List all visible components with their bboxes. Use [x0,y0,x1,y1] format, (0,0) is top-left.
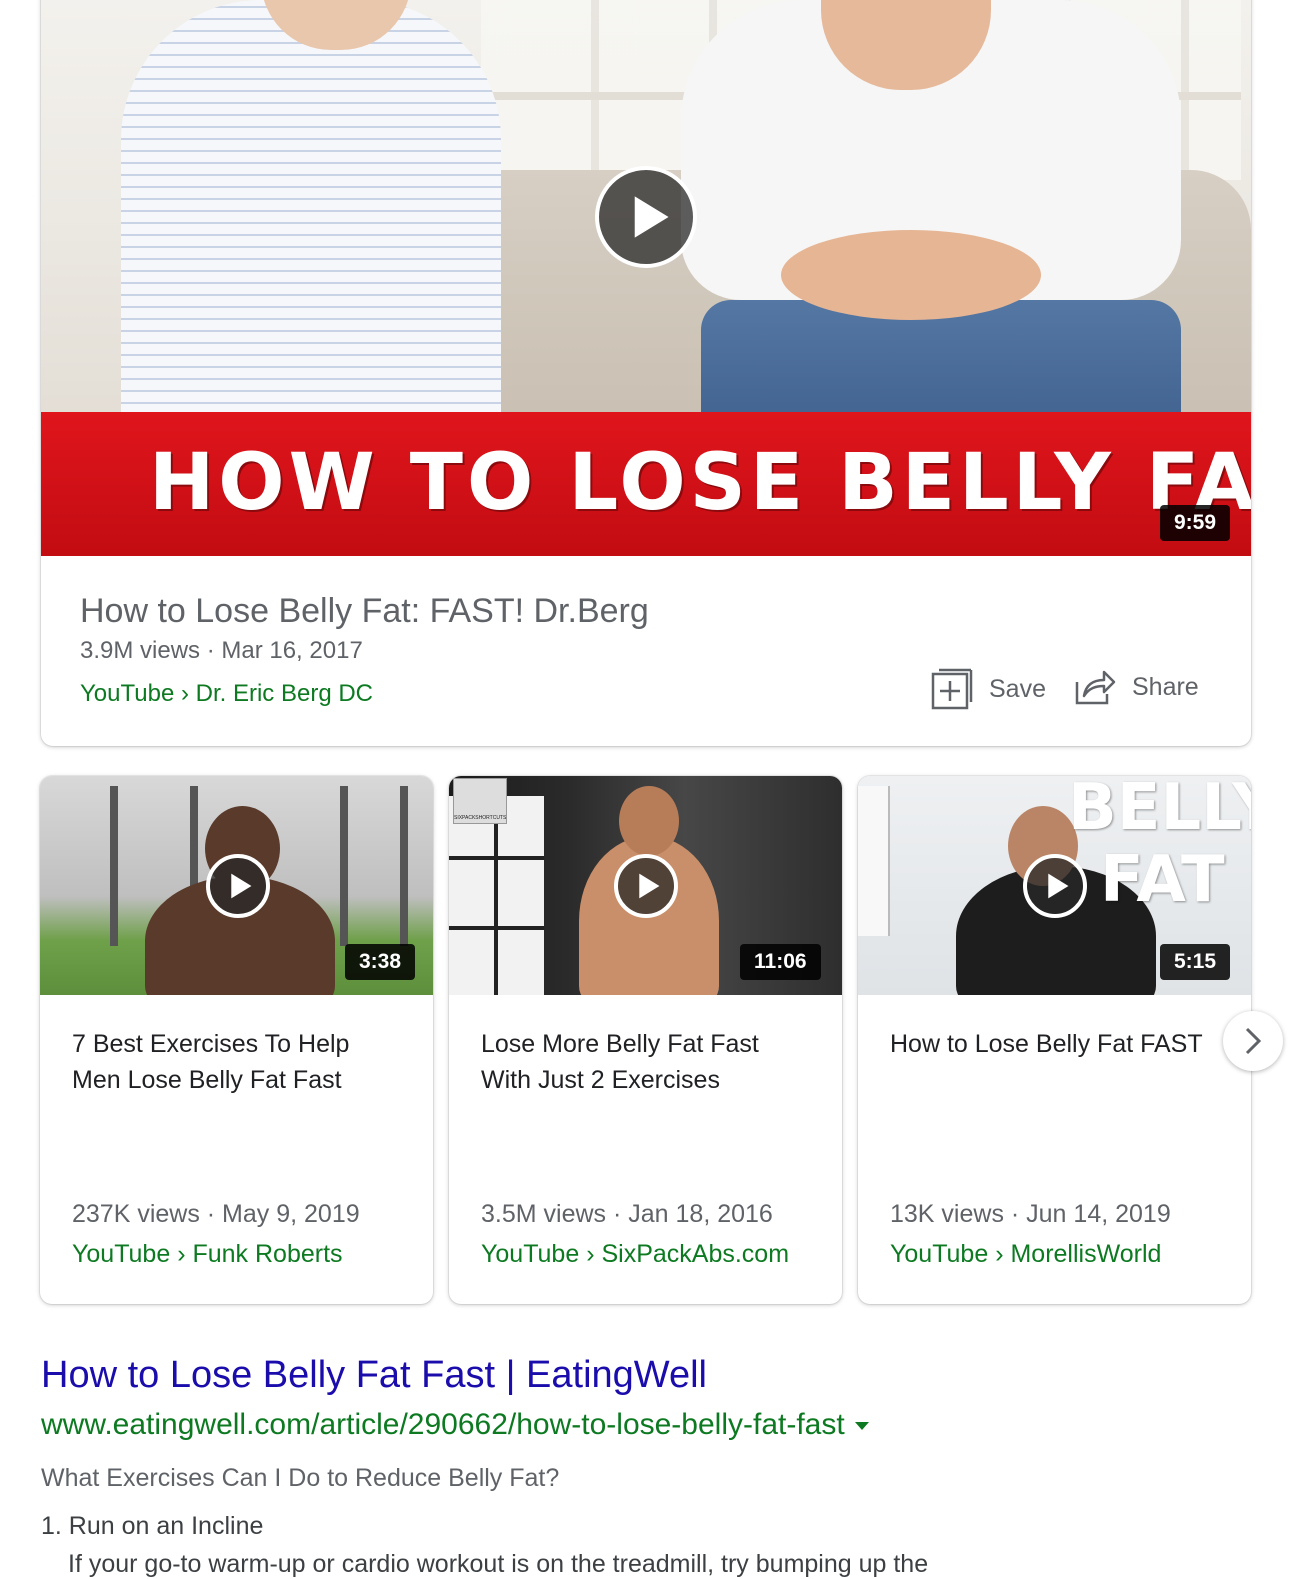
thumbnail-text-line: BELLY [1068,776,1251,845]
video-source[interactable]: YouTube › Dr. Eric Berg DC [80,680,373,708]
save-label: Save [989,674,1046,703]
duration-badge: 9:59 [1160,505,1231,541]
video-thumbnail[interactable]: BELLY FAT 5:15 [858,776,1251,995]
video-card[interactable]: BELLY FAT 5:15 How to Lose Belly Fat FAS… [858,776,1251,1304]
gym-rack [110,786,118,946]
chevron-right-icon [1245,1027,1262,1055]
belly [781,230,1041,320]
video-title[interactable]: 7 Best Exercises To Help Men Lose Belly … [72,1026,392,1098]
result-title-link[interactable]: How to Lose Belly Fat Fast | EatingWell [41,1354,707,1397]
video-card[interactable]: 3:38 7 Best Exercises To Help Men Lose B… [40,776,433,1304]
result-url[interactable]: www.eatingwell.com/article/290662/how-to… [41,1408,869,1442]
whiteboard [858,786,890,936]
presenter-figure [121,0,501,440]
carousel-next-button[interactable] [1223,1011,1283,1071]
duration-badge: 5:15 [1160,944,1231,980]
gym-rack [400,786,408,946]
banner-text: HOW TO LOSE BELLY FAT [149,438,1251,528]
video-card[interactable]: SIXPACKSHORTCUTS.COM 11:06 Lose More Bel… [449,776,842,1304]
save-button[interactable]: Save [931,668,1046,710]
gym-rack [340,786,348,946]
athlete-head [619,786,679,856]
video-meta: 3.5M views · Jan 18, 2016 [481,1200,773,1228]
share-button[interactable]: Share [1074,668,1199,706]
channel-badge: SIXPACKSHORTCUTS.COM [453,778,507,824]
video-title[interactable]: Lose More Belly Fat Fast With Just 2 Exe… [481,1026,801,1098]
video-source[interactable]: YouTube › Funk Roberts [72,1240,343,1269]
video-meta: 237K views · May 9, 2019 [72,1200,360,1228]
thumbnail-text-line: FAT [1100,843,1225,917]
video-title[interactable]: How to Lose Belly Fat: FAST! Dr.Berg [80,592,649,631]
room-divider [449,796,544,995]
duration-badge: 11:06 [740,944,821,980]
thumbnail-text: BELLY FAT [1068,776,1251,916]
featured-video-thumbnail[interactable]: HOW TO LOSE BELLY FAT 9:59 [41,0,1251,556]
play-icon[interactable] [1023,854,1087,918]
video-thumbnail[interactable]: 3:38 [40,776,433,995]
play-icon[interactable] [614,854,678,918]
snippet-heading: What Exercises Can I Do to Reduce Belly … [41,1464,560,1492]
video-meta: 3.9M views · Mar 16, 2017 [80,637,363,664]
duration-badge: 3:38 [345,944,416,980]
dropdown-caret-icon[interactable] [854,1422,869,1431]
play-icon[interactable] [595,166,697,268]
video-title[interactable]: How to Lose Belly Fat FAST [890,1026,1210,1062]
share-icon [1075,670,1116,705]
result-url-text[interactable]: www.eatingwell.com/article/290662/how-to… [41,1408,845,1441]
video-thumbnail[interactable]: SIXPACKSHORTCUTS.COM 11:06 [449,776,842,995]
video-source[interactable]: YouTube › SixPackAbs.com [481,1240,789,1269]
video-source[interactable]: YouTube › MorellisWorld [890,1240,1161,1269]
snippet-list-text: If your go-to warm-up or cardio workout … [68,1550,929,1578]
snippet-list-item: 1. Run on an Incline [41,1512,264,1540]
add-to-playlist-icon [931,668,973,710]
play-icon[interactable] [206,854,270,918]
video-meta: 13K views · Jun 14, 2019 [890,1200,1171,1228]
featured-video-card[interactable]: HOW TO LOSE BELLY FAT 9:59 How to Lose B… [41,0,1251,746]
share-label: Share [1132,672,1199,701]
